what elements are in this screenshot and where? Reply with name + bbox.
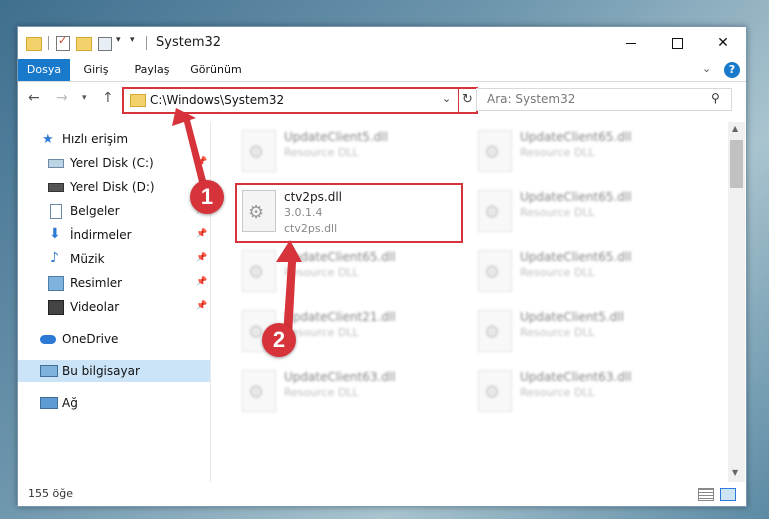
annotation-arrows [172,108,302,336]
arrow-to-file [276,240,302,336]
step-badge-1: 1 [190,180,224,214]
step-badge-2: 2 [262,323,296,357]
arrow-to-address-bar [172,108,208,190]
